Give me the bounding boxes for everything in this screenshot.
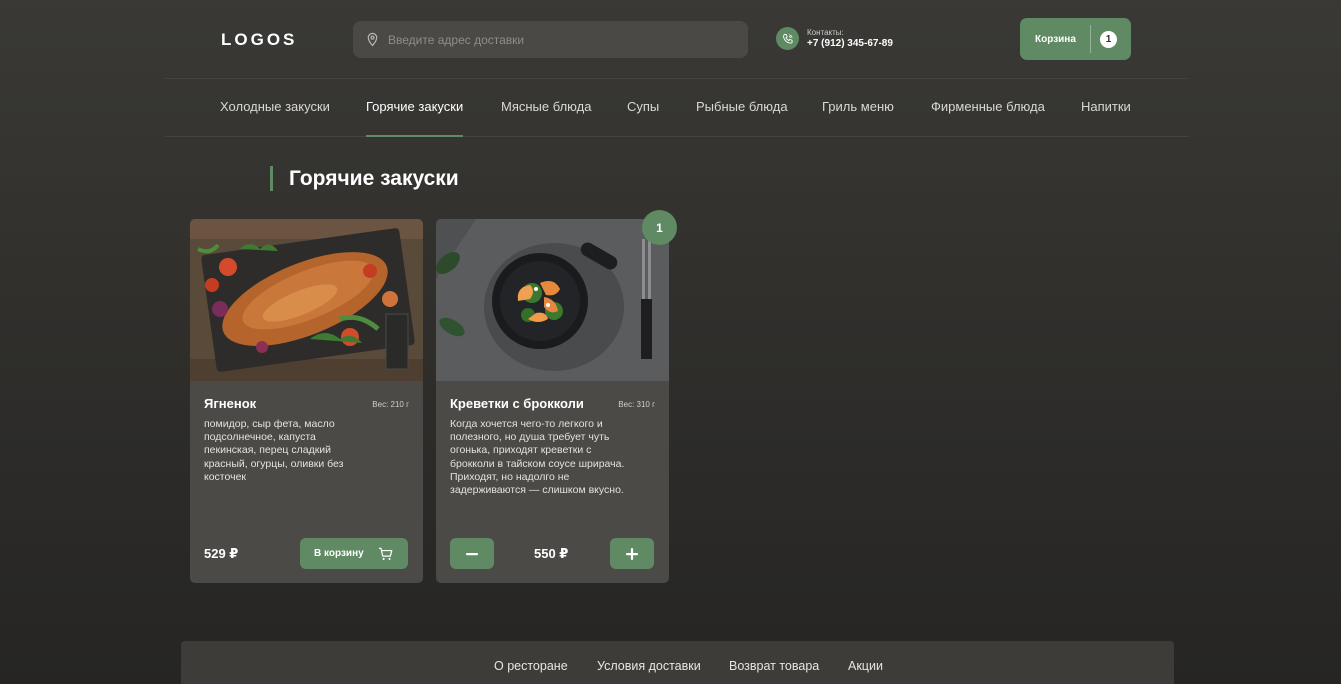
product-name: Ягненок bbox=[204, 396, 257, 411]
plus-icon bbox=[626, 547, 638, 560]
title-accent-bar bbox=[270, 166, 273, 191]
nav-item-cold-snacks[interactable]: Холодные закуски bbox=[220, 99, 330, 114]
phone-icon[interactable] bbox=[776, 27, 799, 50]
nav-item-grill-menu[interactable]: Гриль меню bbox=[822, 99, 894, 114]
category-nav: Холодные закуски Горячие закуски Мясные … bbox=[165, 78, 1189, 137]
contacts-label: Контакты: bbox=[807, 28, 844, 37]
product-price: 550 ₽ bbox=[534, 546, 569, 561]
site-footer: О ресторане Условия доставки Возврат тов… bbox=[181, 641, 1174, 684]
product-name: Креветки с брокколи bbox=[450, 396, 584, 411]
footer-link-returns[interactable]: Возврат товара bbox=[729, 659, 819, 673]
location-pin-icon bbox=[367, 32, 378, 47]
add-to-cart-button[interactable]: В корзину bbox=[300, 538, 408, 569]
nav-item-fish-dishes[interactable]: Рыбные блюда bbox=[696, 99, 788, 114]
nav-item-signature-dishes[interactable]: Фирменные блюда bbox=[931, 99, 1045, 114]
product-weight: Вес: 310 г bbox=[618, 400, 655, 409]
product-price: 529 ₽ bbox=[204, 546, 239, 561]
cart-label: Корзина bbox=[1035, 33, 1076, 45]
quantity-increase-button[interactable] bbox=[610, 538, 654, 569]
product-image-shrimp[interactable] bbox=[436, 219, 669, 381]
minus-icon bbox=[466, 552, 478, 555]
footer-link-promotions[interactable]: Акции bbox=[848, 659, 883, 673]
footer-link-delivery[interactable]: Условия доставки bbox=[597, 659, 701, 673]
footer-link-about[interactable]: О ресторане bbox=[494, 659, 568, 673]
nav-item-meat-dishes[interactable]: Мясные блюда bbox=[501, 99, 591, 114]
address-search[interactable] bbox=[353, 21, 748, 58]
product-card: 1 Креветки с брокколи Вес: 310 г Когда х… bbox=[436, 210, 677, 583]
cart-divider bbox=[1090, 25, 1091, 53]
address-input[interactable] bbox=[388, 32, 728, 47]
cart-button[interactable]: Корзина 1 bbox=[1020, 18, 1131, 60]
nav-item-hot-snacks[interactable]: Горячие закуски bbox=[366, 99, 463, 114]
product-card: Ягненок Вес: 210 г помидор, сыр фета, ма… bbox=[190, 219, 423, 583]
product-weight: Вес: 210 г bbox=[372, 400, 409, 409]
cart-count-badge: 1 bbox=[1100, 30, 1117, 48]
product-description: Когда хочется чего-то легкого и полезног… bbox=[450, 418, 625, 497]
contacts: Контакты: +7 (912) 345-67-89 bbox=[776, 27, 893, 50]
nav-item-drinks[interactable]: Напитки bbox=[1081, 99, 1131, 114]
contacts-phone[interactable]: +7 (912) 345-67-89 bbox=[807, 38, 893, 49]
nav-item-soups[interactable]: Супы bbox=[627, 99, 659, 114]
product-image-lamb[interactable] bbox=[190, 219, 423, 381]
logo[interactable]: LOGOS bbox=[221, 30, 297, 50]
add-to-cart-label: В корзину bbox=[314, 548, 364, 559]
cart-icon bbox=[378, 547, 393, 560]
quantity-decrease-button[interactable] bbox=[450, 538, 494, 569]
page-title: Горячие закуски bbox=[289, 167, 459, 190]
in-cart-count-badge: 1 bbox=[642, 210, 677, 245]
nav-active-underline bbox=[366, 135, 463, 137]
site-header: LOGOS Контакты: +7 (912) 345-67-89 Корзи… bbox=[0, 0, 1341, 78]
product-description: помидор, сыр фета, масло подсолнечное, к… bbox=[204, 418, 344, 483]
